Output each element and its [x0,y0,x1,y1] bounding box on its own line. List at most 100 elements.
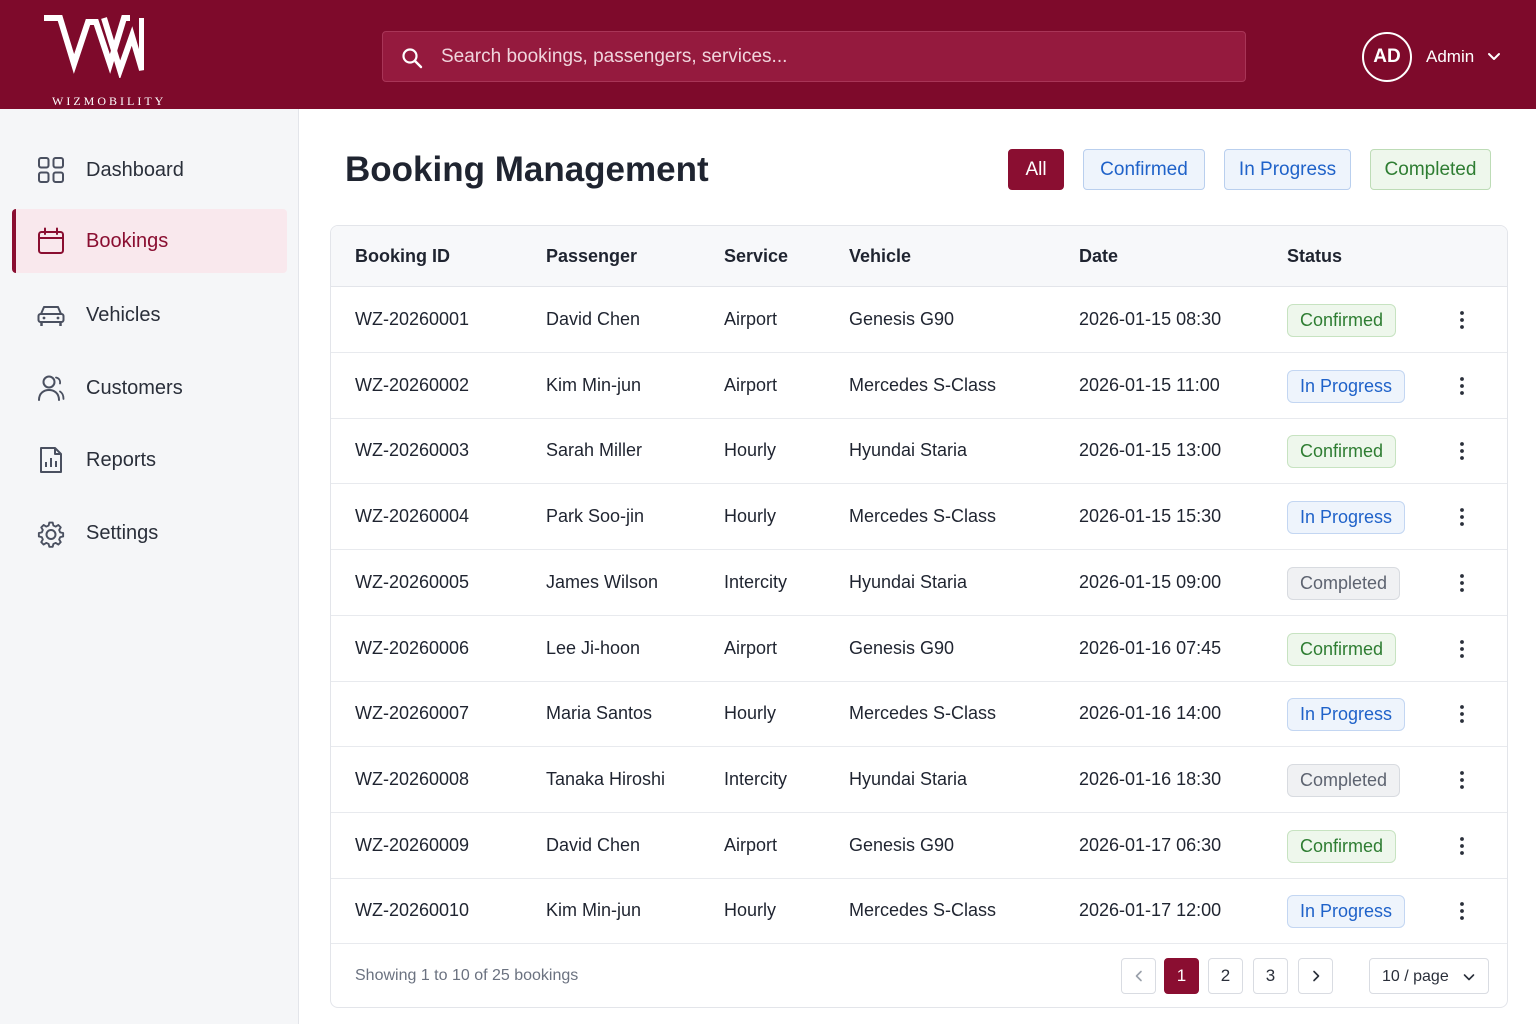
table-row[interactable]: WZ-20260009 David Chen Airport Genesis G90 2… [331,813,1507,879]
passenger-cell: Lee Ji-hoon [546,637,641,658]
status-badge: Completed [1287,566,1401,600]
chevron-left-icon [1135,970,1142,982]
column-header-vehicle[interactable]: Vehicle [849,246,911,267]
pagination-summary: Showing 1 to 10 of 25 bookings [355,967,579,984]
table-row[interactable]: WZ-20260002 Kim Min-jun Airport Mercedes S-… [331,353,1507,419]
service-cell: Hourly [724,440,777,461]
sidebar-item-label: Vehicles [86,304,161,326]
booking-id-cell: WZ-20260001 [355,309,470,329]
more-options-icon[interactable] [1452,768,1472,792]
sidebar: Dashboard Bookings Vehicles Customers Re… [0,109,299,1024]
vehicle-cell: Hyundai Staria [849,571,968,592]
service-cell: Airport [724,834,778,855]
booking-id-cell: WZ-20260008 [355,768,470,789]
page-button-3[interactable]: 3 [1253,958,1288,994]
page-title: Booking Management [345,150,709,189]
service-cell: Hourly [724,703,777,724]
column-header-booking-id[interactable]: Booking ID [355,246,450,267]
booking-id-cell: WZ-20260007 [355,703,470,724]
date-cell: 2026-01-17 12:00 [1079,900,1222,921]
date-cell: 2026-01-16 18:30 [1079,768,1222,789]
more-options-icon[interactable] [1452,439,1472,463]
chevron-down-icon[interactable] [1486,49,1502,65]
vehicle-cell: Genesis G90 [849,834,955,855]
report-icon [40,447,62,473]
service-cell: Airport [724,374,778,395]
vehicle-cell: Mercedes S-Class [849,703,997,724]
date-cell: 2026-01-15 15:30 [1079,506,1222,527]
table-row[interactable]: WZ-20260008 Tanaka Hiroshi Intercity Hyunda… [331,747,1507,813]
passenger-cell: David Chen [546,309,641,329]
service-cell: Hourly [724,900,777,921]
more-options-icon[interactable] [1452,834,1472,858]
table-row[interactable]: WZ-20260005 James Wilson Intercity Hyundai … [331,550,1507,616]
sidebar-item-dashboard[interactable]: Dashboard [12,138,287,202]
sidebar-item-reports[interactable]: Reports [12,428,287,492]
brand-logo[interactable]: WIZMOBILITY [44,14,174,108]
user-name[interactable]: Admin [1426,47,1474,67]
avatar[interactable]: AD [1362,32,1412,82]
sidebar-item-vehicles[interactable]: Vehicles [12,283,287,347]
table-row[interactable]: WZ-20260010 Kim Min-jun Hourly Mercedes S-C… [331,878,1507,945]
more-options-icon[interactable] [1452,571,1472,595]
filter-confirmed-button[interactable]: Confirmed [1083,149,1205,190]
bookings-table: Booking ID Passenger Service Vehicle Dat… [330,225,1508,1008]
sidebar-item-customers[interactable]: Customers [12,356,287,420]
status-badge: In Progress [1287,698,1406,732]
sidebar-item-label: Bookings [86,230,169,252]
service-cell: Intercity [724,768,788,789]
service-cell: Intercity [724,571,788,592]
status-badge: Confirmed [1287,829,1397,863]
more-options-icon[interactable] [1452,308,1472,332]
vehicle-cell: Genesis G90 [849,637,955,658]
column-header-passenger[interactable]: Passenger [546,246,637,267]
filter-all-button[interactable]: All [1008,149,1064,190]
date-cell: 2026-01-15 09:00 [1079,571,1222,592]
table-row[interactable]: WZ-20260001 David Chen Airport Genesis G90 2… [331,287,1507,353]
more-options-icon[interactable] [1452,505,1472,529]
passenger-cell: Park Soo-jin [546,506,645,527]
next-page-button[interactable] [1298,958,1333,994]
search-input[interactable] [441,32,1221,81]
logo-mark-icon [44,15,144,78]
sidebar-item-label: Customers [86,377,183,399]
per-page-select[interactable]: 10 / page [1369,958,1489,994]
table-row[interactable]: WZ-20260007 Maria Santos Hourly Mercedes S-… [331,681,1507,748]
column-header-date[interactable]: Date [1079,246,1118,267]
sidebar-item-bookings[interactable]: Bookings [12,209,287,273]
passenger-cell: Sarah Miller [546,440,643,461]
filter-completed-button[interactable]: Completed [1370,149,1491,190]
column-header-status[interactable]: Status [1287,246,1342,267]
sidebar-item-label: Settings [86,522,159,544]
date-cell: 2026-01-17 06:30 [1079,834,1222,855]
date-cell: 2026-01-15 11:00 [1079,374,1220,395]
passenger-cell: James Wilson [546,571,659,592]
booking-id-cell: WZ-20260009 [355,834,470,855]
booking-id-cell: WZ-20260002 [355,374,470,395]
more-options-icon[interactable] [1452,374,1472,398]
more-options-icon[interactable] [1452,899,1472,923]
table-row[interactable]: WZ-20260006 Lee Ji-hoon Airport Genesis G90… [331,616,1507,682]
sidebar-item-settings[interactable]: Settings [12,501,287,565]
service-cell: Airport [724,637,778,658]
prev-page-button[interactable] [1121,958,1156,994]
user-icon [38,375,65,401]
per-page-value: 10 / page [1382,968,1449,985]
brand-name: WIZMOBILITY [52,94,167,108]
more-options-icon[interactable] [1452,637,1472,661]
more-options-icon[interactable] [1452,702,1472,726]
vehicle-cell: Mercedes S-Class [849,900,997,921]
table-row[interactable]: WZ-20260004 Park Soo-jin Hourly Mercedes S-… [331,484,1507,551]
status-badge: In Progress [1287,895,1406,929]
search-bar[interactable] [382,31,1246,82]
page-button-2[interactable]: 2 [1208,958,1243,994]
column-header-service[interactable]: Service [724,246,788,267]
filter-in-progress-button[interactable]: In Progress [1224,149,1351,190]
dashboard-icon [38,157,64,183]
table-row[interactable]: WZ-20260003 Sarah Miller Hourly Hyundai Sta… [331,418,1507,485]
date-cell: 2026-01-16 07:45 [1079,637,1222,658]
page-button-1[interactable]: 1 [1164,958,1199,994]
booking-id-cell: WZ-20260005 [355,571,470,592]
status-badge: In Progress [1287,501,1406,535]
status-badge: Confirmed [1287,632,1397,666]
